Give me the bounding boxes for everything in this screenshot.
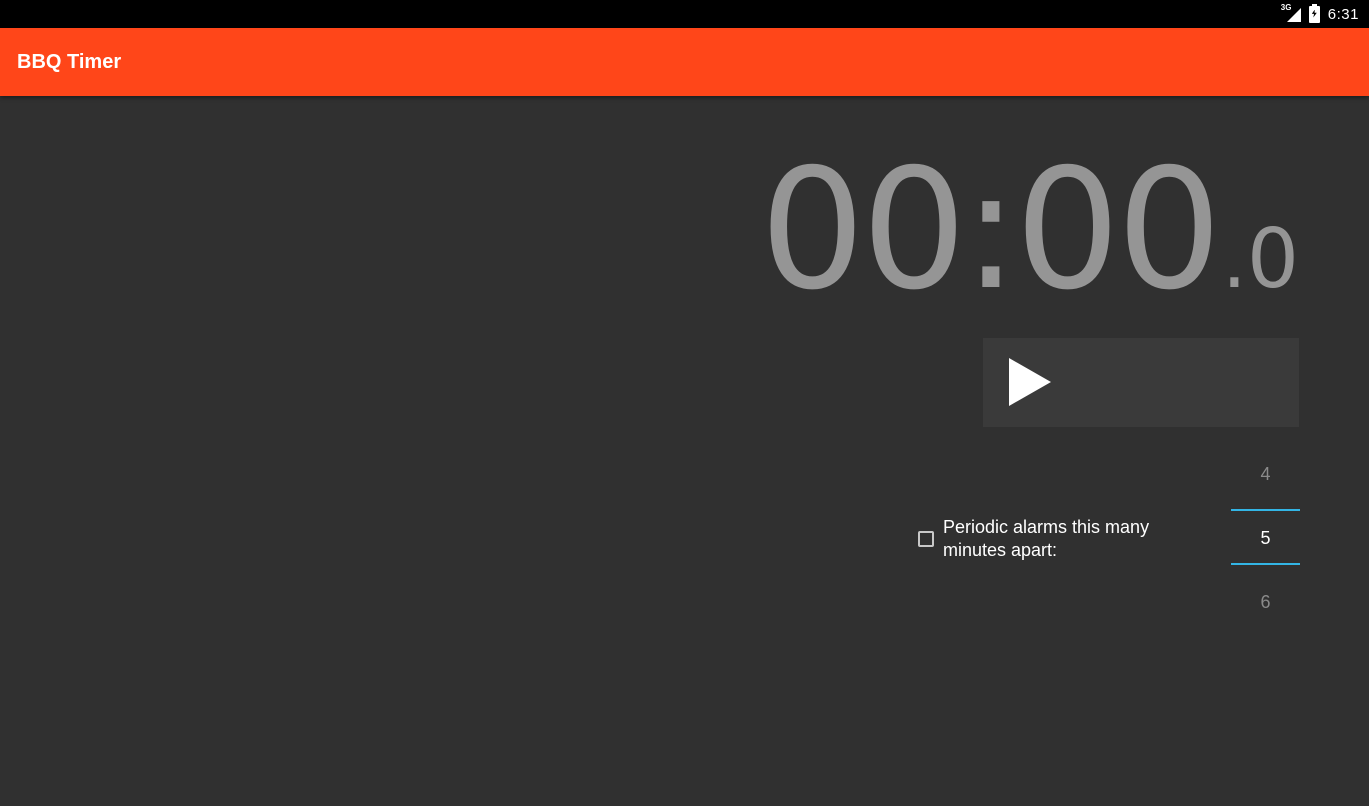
timer-minutes-seconds: 00:00	[759, 134, 1222, 327]
periodic-alarm-checkbox[interactable]	[918, 531, 934, 547]
timer-display: 00:00.0	[760, 148, 1299, 314]
signal-icon	[1286, 8, 1301, 22]
app-title: BBQ Timer	[17, 51, 122, 73]
picker-divider-top	[1231, 509, 1300, 511]
start-button[interactable]	[983, 338, 1299, 427]
timer-decimal-separator: .	[1222, 216, 1247, 306]
status-bar: 3G 6:31	[0, 0, 1369, 28]
status-icons: 3G 6:31	[1281, 0, 1359, 28]
picker-divider-bottom	[1231, 563, 1300, 565]
signal-indicator: 3G	[1281, 4, 1301, 22]
play-icon	[1009, 358, 1051, 406]
status-clock: 6:31	[1327, 5, 1359, 23]
picker-previous-value[interactable]: 4	[1231, 464, 1300, 485]
timer-tenths: 0	[1246, 212, 1299, 307]
periodic-alarm-option: Periodic alarms this many minutes apart:	[918, 516, 1203, 562]
minutes-number-picker[interactable]: 4 5 6	[1231, 448, 1300, 628]
app-bar: BBQ Timer	[0, 28, 1369, 96]
picker-current-value[interactable]: 5	[1231, 528, 1300, 549]
picker-next-value[interactable]: 6	[1231, 592, 1300, 613]
battery-charging-icon	[1308, 3, 1320, 23]
periodic-alarm-label: Periodic alarms this many minutes apart:	[943, 517, 1150, 560]
